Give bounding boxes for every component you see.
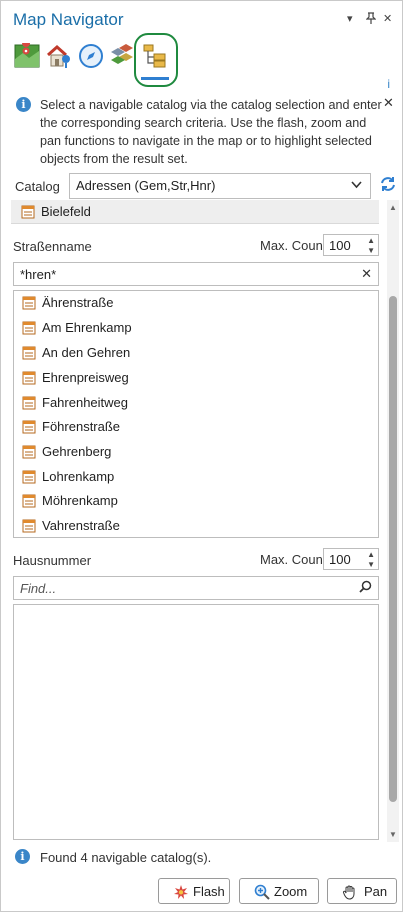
list-item[interactable]: Föhrenstraße (14, 415, 378, 439)
pan-button[interactable]: Pan (327, 878, 397, 904)
pane-options-dropdown-icon[interactable]: ▾ (347, 12, 353, 25)
street-icon (22, 396, 36, 410)
street-name: An den Gehren (42, 345, 131, 360)
spin-down-icon[interactable]: ▼ (367, 246, 375, 255)
house-location-icon[interactable] (45, 43, 71, 69)
zoom-icon (254, 884, 270, 900)
list-item[interactable]: Vahrenstraße (14, 514, 378, 538)
tiles-icon[interactable] (109, 43, 135, 69)
scroll-up-icon[interactable]: ▲ (389, 203, 397, 212)
house-max-count-label: Max. Count (260, 552, 327, 567)
street-icon (22, 470, 36, 484)
street-name: Fahrenheitweg (42, 395, 128, 410)
house-max-count-stepper[interactable]: 100 ▲ ▼ (323, 548, 379, 570)
info-close-icon[interactable]: ✕ (383, 95, 394, 111)
street-icon (22, 519, 36, 533)
street-icon (22, 321, 36, 335)
list-item[interactable]: Lohrenkamp (14, 465, 378, 489)
hand-icon (342, 884, 358, 900)
street-filter-value: *hren* (20, 267, 57, 282)
map-navigator-pane: Map Navigator ▾ ✕ i i Select a navigable… (0, 0, 403, 912)
street-name: Am Ehrenkamp (42, 320, 132, 335)
municipality-label: Bielefeld (41, 204, 91, 219)
street-icon (22, 445, 36, 459)
scroll-down-icon[interactable]: ▼ (389, 830, 397, 839)
street-icon (22, 296, 36, 310)
list-item[interactable]: An den Gehren (14, 341, 378, 365)
flash-icon (173, 884, 189, 900)
catalog-label: Catalog (15, 179, 60, 194)
active-tab-indicator (141, 77, 169, 80)
street-name: Ehrenpreisweg (42, 370, 129, 385)
spin-down-icon[interactable]: ▼ (367, 560, 375, 569)
street-filter-input[interactable]: *hren* ✕ (13, 262, 379, 286)
clear-filter-icon[interactable]: ✕ (361, 266, 372, 282)
pane-scrollbar[interactable]: ▲ ▼ (387, 200, 399, 842)
list-item[interactable]: Fahrenheitweg (14, 391, 378, 415)
street-name: Gehrenberg (42, 444, 112, 459)
info-text: Select a navigable catalog via the catal… (40, 98, 382, 166)
house-max-count-value: 100 (329, 552, 351, 567)
help-icon[interactable]: i (387, 77, 390, 91)
spin-up-icon[interactable]: ▲ (367, 236, 375, 245)
zoom-label: Zoom (274, 884, 308, 899)
house-search-placeholder: Find... (20, 581, 57, 596)
list-item[interactable]: Ährenstraße (14, 291, 378, 315)
street-name: Vahrenstraße (42, 518, 120, 533)
catalog-selected-value: Adressen (Gem,Str,Hnr) (76, 178, 216, 193)
street-max-count-value: 100 (329, 238, 351, 253)
map-layer-icon[interactable] (14, 39, 40, 69)
street-name: Föhrenstraße (42, 419, 121, 434)
street-max-count-stepper[interactable]: 100 ▲ ▼ (323, 234, 379, 256)
house-search-input[interactable]: Find... (13, 576, 379, 600)
street-results-list: Ährenstraße Am Ehrenkamp An den Gehren E… (13, 290, 379, 538)
pane-title-bar: Map Navigator ▾ ✕ (1, 1, 402, 37)
street-icon (22, 494, 36, 508)
house-results-list (13, 604, 379, 840)
catalog-entry-icon (21, 205, 35, 219)
refresh-icon[interactable] (379, 175, 397, 198)
info-icon: i (16, 97, 31, 112)
tool-tabs: i (1, 37, 402, 91)
list-item[interactable]: Möhrenkamp (14, 489, 378, 513)
info-icon: i (15, 849, 30, 864)
pan-label: Pan (364, 884, 388, 899)
spin-up-icon[interactable]: ▲ (367, 550, 375, 559)
list-item[interactable]: Ehrenpreisweg (14, 366, 378, 390)
flash-button[interactable]: Flash (158, 878, 230, 904)
list-item[interactable]: Am Ehrenkamp (14, 316, 378, 340)
flash-label: Flash (193, 884, 225, 899)
pane-close-icon[interactable]: ✕ (383, 12, 392, 25)
compass-icon[interactable] (78, 43, 104, 69)
pin-icon[interactable] (365, 12, 377, 27)
street-icon (22, 346, 36, 360)
catalog-tree-icon[interactable] (142, 43, 168, 69)
catalog-dropdown[interactable]: Adressen (Gem,Str,Hnr) (69, 173, 371, 199)
street-icon (22, 420, 36, 434)
selected-municipality-row[interactable]: Bielefeld (11, 200, 379, 224)
street-name: Möhrenkamp (42, 493, 118, 508)
house-section-label: Hausnummer (13, 553, 92, 568)
street-max-count-label: Max. Count (260, 238, 327, 253)
zoom-button[interactable]: Zoom (239, 878, 319, 904)
list-item[interactable]: Gehrenberg (14, 440, 378, 464)
chevron-down-icon (351, 178, 362, 192)
search-icon[interactable] (359, 580, 372, 596)
street-name: Lohrenkamp (42, 469, 115, 484)
street-section-label: Straßenname (13, 239, 92, 254)
scrollbar-thumb[interactable] (389, 296, 397, 802)
street-icon (22, 371, 36, 385)
street-name: Ährenstraße (42, 295, 114, 310)
status-text: Found 4 navigable catalog(s). (40, 850, 212, 865)
pane-title: Map Navigator (13, 10, 124, 29)
